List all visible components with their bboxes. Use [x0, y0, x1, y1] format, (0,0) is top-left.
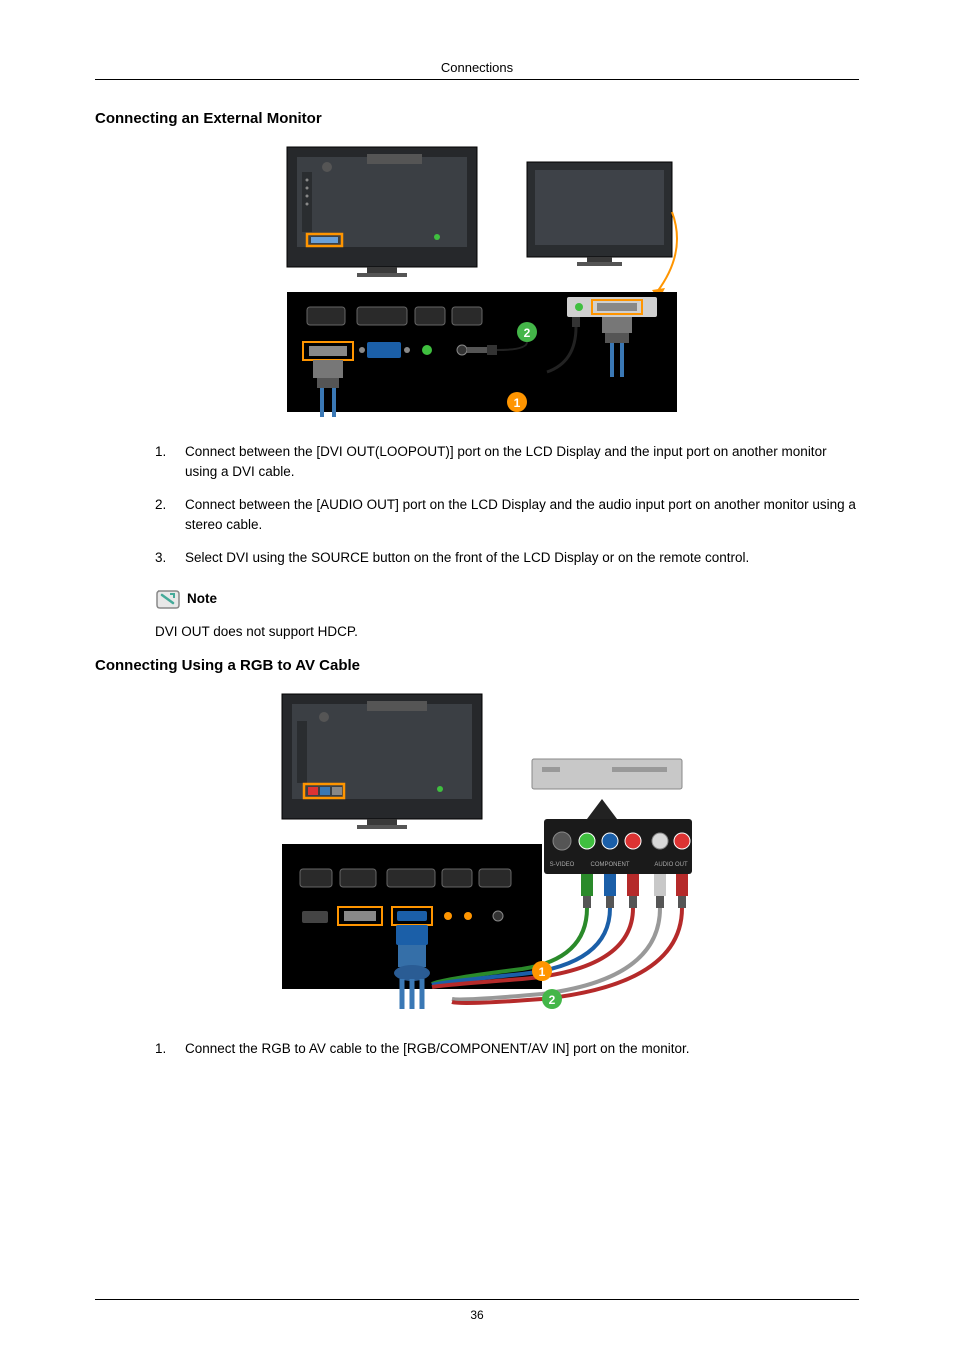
diagram-external-monitor: 2 1	[267, 142, 687, 422]
svg-text:1: 1	[514, 396, 521, 410]
svg-text:S-VIDEO: S-VIDEO	[550, 862, 575, 868]
step-item: 3. Select DVI using the SOURCE button on…	[155, 548, 859, 568]
note-label: Note	[187, 591, 217, 606]
step-text: Connect the RGB to AV cable to the [RGB/…	[185, 1039, 689, 1059]
page-number: 36	[95, 1308, 859, 1322]
figure-external-monitor: 2 1	[95, 142, 859, 422]
note-text: DVI OUT does not support HDCP.	[155, 624, 859, 639]
page-header-title: Connections	[95, 60, 859, 75]
footer-rule	[95, 1299, 859, 1300]
step-number: 1.	[155, 1039, 185, 1059]
step-text: Connect between the [AUDIO OUT] port on …	[185, 495, 859, 534]
step-item: 1. Connect between the [DVI OUT(LOOPOUT)…	[155, 442, 859, 481]
svg-text:2: 2	[524, 326, 531, 340]
note-block: Note DVI OUT does not support HDCP.	[155, 588, 859, 639]
section1-title: Connecting an External Monitor	[95, 110, 859, 127]
svg-text:2: 2	[549, 993, 556, 1007]
page-footer: 36	[95, 1299, 859, 1322]
note-icon	[155, 588, 181, 610]
diagram-rgb-av: S-VIDEO COMPONENT AUDIO OUT 1 2	[262, 689, 692, 1019]
header-rule	[95, 79, 859, 80]
svg-text:1: 1	[539, 965, 546, 979]
step-number: 3.	[155, 548, 185, 568]
section2-title: Connecting Using a RGB to AV Cable	[95, 657, 859, 674]
section1-steps: 1. Connect between the [DVI OUT(LOOPOUT)…	[155, 442, 859, 568]
step-number: 2.	[155, 495, 185, 534]
step-item: 2. Connect between the [AUDIO OUT] port …	[155, 495, 859, 534]
note-header: Note	[155, 588, 859, 610]
step-number: 1.	[155, 442, 185, 481]
svg-text:AUDIO OUT: AUDIO OUT	[654, 862, 688, 868]
step-item: 1. Connect the RGB to AV cable to the [R…	[155, 1039, 859, 1059]
step-text: Select DVI using the SOURCE button on th…	[185, 548, 749, 568]
step-text: Connect between the [DVI OUT(LOOPOUT)] p…	[185, 442, 859, 481]
section2-steps: 1. Connect the RGB to AV cable to the [R…	[155, 1039, 859, 1059]
svg-text:COMPONENT: COMPONENT	[591, 862, 630, 868]
figure-rgb-av: S-VIDEO COMPONENT AUDIO OUT 1 2	[95, 689, 859, 1019]
